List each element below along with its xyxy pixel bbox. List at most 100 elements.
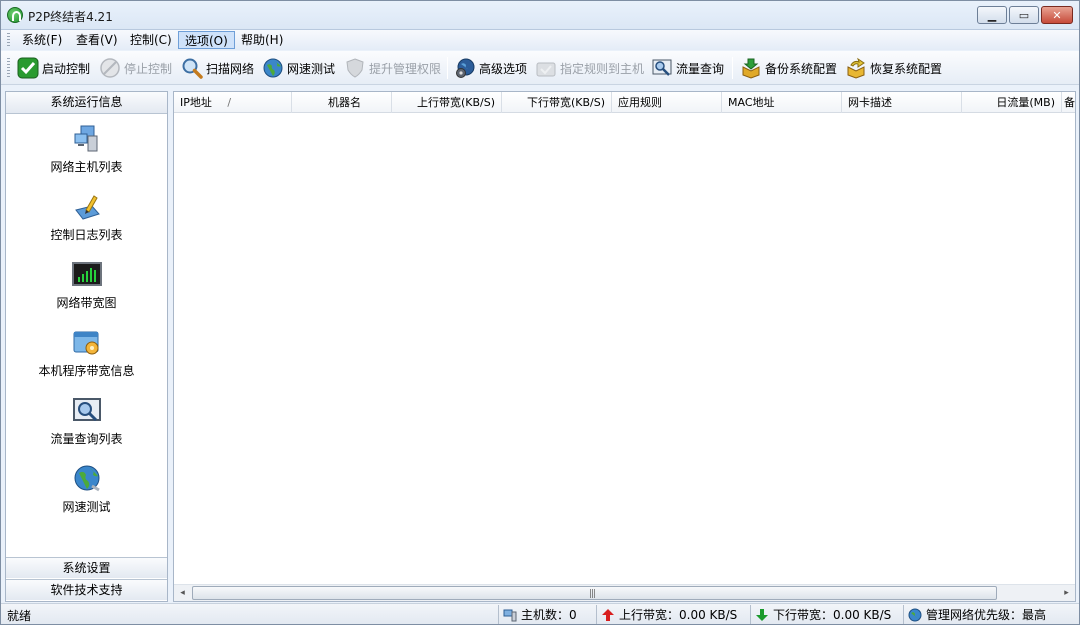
sidebar-item-network-hosts[interactable]: 网络主机列表	[6, 118, 167, 184]
status-download: 下行带宽：0.00 KB/S	[750, 605, 902, 624]
sidebar-item-label: 流量查询列表	[50, 432, 123, 446]
start-control-label: 启动控制	[42, 61, 91, 76]
window-title: P2P终结者4.21	[28, 10, 113, 24]
sidebar-item-traffic-query-list[interactable]: 流量查询列表	[6, 390, 167, 456]
list-header: IP地址 / 机器名 上行带宽(KB/S) 下行带宽(KB/S) 应用规则 MA…	[174, 92, 1075, 113]
menu-view[interactable]: 查看(V)	[70, 31, 124, 49]
status-bar: 就绪 主机数：0 上行带宽：0.00 KB/S 下行带宽：0.00 KB/S 管…	[1, 603, 1079, 624]
backup-config-label: 备份系统配置	[765, 61, 838, 76]
minimize-icon: ▁	[987, 9, 997, 22]
title-bar[interactable]: P2P终结者4.21 ▁ ▭ ✕	[1, 1, 1079, 30]
menu-control[interactable]: 控制(C)	[124, 31, 178, 49]
maximize-icon: ▭	[1018, 9, 1030, 22]
upload-arrow-icon	[601, 608, 615, 622]
download-bandwidth-text: 下行带宽：0.00 KB/S	[773, 608, 892, 622]
upload-bandwidth-text: 上行带宽：0.00 KB/S	[619, 608, 738, 622]
menu-help[interactable]: 帮助(H)	[235, 31, 289, 49]
backup-box-icon	[740, 57, 762, 79]
sidebar-system-settings[interactable]: 系统设置	[6, 557, 167, 578]
sidebar-item-control-log[interactable]: 控制日志列表	[6, 186, 167, 252]
menu-bar: 系统(F) 查看(V) 控制(C) 选项(O) 帮助(H)	[1, 30, 1079, 50]
scroll-left-arrow-icon[interactable]: ◂	[174, 585, 191, 601]
speed-test-icon	[72, 464, 102, 494]
sidebar-tech-support[interactable]: 软件技术支持	[6, 579, 167, 600]
magnifier-icon	[181, 57, 203, 79]
column-mac-address[interactable]: MAC地址	[722, 92, 842, 113]
speed-test-button[interactable]: 网速测试	[260, 55, 337, 81]
bandwidth-chart-icon	[72, 260, 102, 290]
status-priority: 管理网络优先级：最高	[903, 605, 1053, 624]
close-button[interactable]: ✕	[1041, 6, 1073, 24]
traffic-query-button[interactable]: 流量查询	[649, 55, 726, 81]
menu-system[interactable]: 系统(F)	[16, 31, 68, 49]
column-upload-bandwidth[interactable]: 上行带宽(KB/S)	[392, 92, 502, 113]
shield-icon	[344, 57, 366, 79]
stop-control-label: 停止控制	[124, 61, 173, 76]
app-window: P2P终结者4.21 ▁ ▭ ✕ 系统(F) 查看(V) 控制(C) 选项(O)…	[0, 0, 1080, 625]
column-label: IP地址	[180, 96, 212, 109]
menu-options[interactable]: 选项(O)	[178, 31, 235, 49]
sidebar-list: 网络主机列表 控制日志列表 网络带宽图 本机程序带宽信息 流量查询列表 网速测试	[6, 114, 167, 556]
stop-control-button[interactable]: 停止控制	[97, 55, 174, 81]
column-nic-description[interactable]: 网卡描述	[842, 92, 962, 113]
elevate-privilege-button[interactable]: 提升管理权限	[342, 55, 443, 81]
elevate-privilege-label: 提升管理权限	[369, 61, 442, 76]
scan-network-label: 扫描网络	[206, 61, 255, 76]
restore-config-button[interactable]: 恢复系统配置	[843, 55, 944, 81]
traffic-query-label: 流量查询	[676, 61, 725, 76]
sidebar-item-speed-test[interactable]: 网速测试	[6, 458, 167, 524]
checkmark-icon	[17, 57, 39, 79]
close-icon: ✕	[1052, 9, 1062, 22]
globe-icon	[262, 57, 284, 79]
advanced-options-label: 高级选项	[479, 61, 528, 76]
status-upload: 上行带宽：0.00 KB/S	[596, 605, 749, 624]
sidebar-header[interactable]: 系统运行信息	[6, 92, 167, 114]
toolbar: 启动控制 停止控制 扫描网络 网速测试 提升管理权限 高级选项 指定规则到主机 …	[1, 51, 1079, 85]
column-applied-rule[interactable]: 应用规则	[612, 92, 722, 113]
toolbar-separator	[732, 57, 733, 79]
assign-rules-label: 指定规则到主机	[560, 61, 645, 76]
sidebar-item-bandwidth-chart[interactable]: 网络带宽图	[6, 254, 167, 320]
status-host-count: 主机数：0	[498, 605, 595, 624]
speed-test-label: 网速测试	[287, 61, 336, 76]
network-hosts-icon	[72, 124, 102, 154]
restore-box-icon	[845, 57, 867, 79]
globe-gear-icon	[454, 57, 476, 79]
sidebar-item-label: 本机程序带宽信息	[38, 364, 135, 378]
status-ready-text: 就绪	[7, 609, 32, 623]
sidebar-item-local-program-bandwidth[interactable]: 本机程序带宽信息	[6, 322, 167, 388]
window-controls: ▁ ▭ ✕	[977, 6, 1073, 24]
column-download-bandwidth[interactable]: 下行带宽(KB/S)	[502, 92, 612, 113]
scrollbar-grip-icon: |||	[589, 589, 596, 599]
sidebar-item-label: 网络主机列表	[50, 160, 123, 174]
computer-icon	[503, 608, 517, 622]
restore-config-label: 恢复系统配置	[870, 61, 943, 76]
scrollbar-thumb[interactable]: |||	[192, 586, 997, 600]
backup-config-button[interactable]: 备份系统配置	[738, 55, 839, 81]
host-list-view[interactable]: IP地址 / 机器名 上行带宽(KB/S) 下行带宽(KB/S) 应用规则 MA…	[173, 91, 1076, 602]
column-daily-traffic[interactable]: 日流量(MB)	[962, 92, 1062, 113]
column-machine-name[interactable]: 机器名	[292, 92, 392, 113]
toolbar-grip[interactable]	[7, 58, 10, 78]
sidebar: 系统运行信息 网络主机列表 控制日志列表 网络带宽图 本机程序带宽信息 流量查询…	[5, 91, 168, 602]
column-ip-address[interactable]: IP地址 /	[174, 92, 292, 113]
stop-icon	[99, 57, 121, 79]
traffic-query-icon	[72, 396, 102, 426]
maximize-button[interactable]: ▭	[1009, 6, 1039, 24]
minimize-button[interactable]: ▁	[977, 6, 1007, 24]
start-control-button[interactable]: 启动控制	[15, 55, 92, 81]
rules-icon	[535, 57, 557, 79]
column-remark[interactable]: 备	[1062, 92, 1076, 113]
download-arrow-icon	[755, 608, 769, 622]
local-program-bandwidth-icon	[72, 328, 102, 358]
sort-indicator: /	[227, 96, 232, 109]
scan-network-button[interactable]: 扫描网络	[179, 55, 256, 81]
horizontal-scrollbar[interactable]: ◂ ||| ▸	[174, 584, 1075, 601]
scroll-right-arrow-icon[interactable]: ▸	[1058, 585, 1075, 601]
toolbar-separator	[447, 57, 448, 79]
advanced-options-button[interactable]: 高级选项	[452, 55, 529, 81]
network-priority-text: 管理网络优先级：最高	[926, 608, 1047, 622]
assign-rules-button[interactable]: 指定规则到主机	[533, 55, 646, 81]
host-count-text: 主机数：0	[521, 608, 577, 622]
menu-grip[interactable]	[7, 33, 10, 47]
